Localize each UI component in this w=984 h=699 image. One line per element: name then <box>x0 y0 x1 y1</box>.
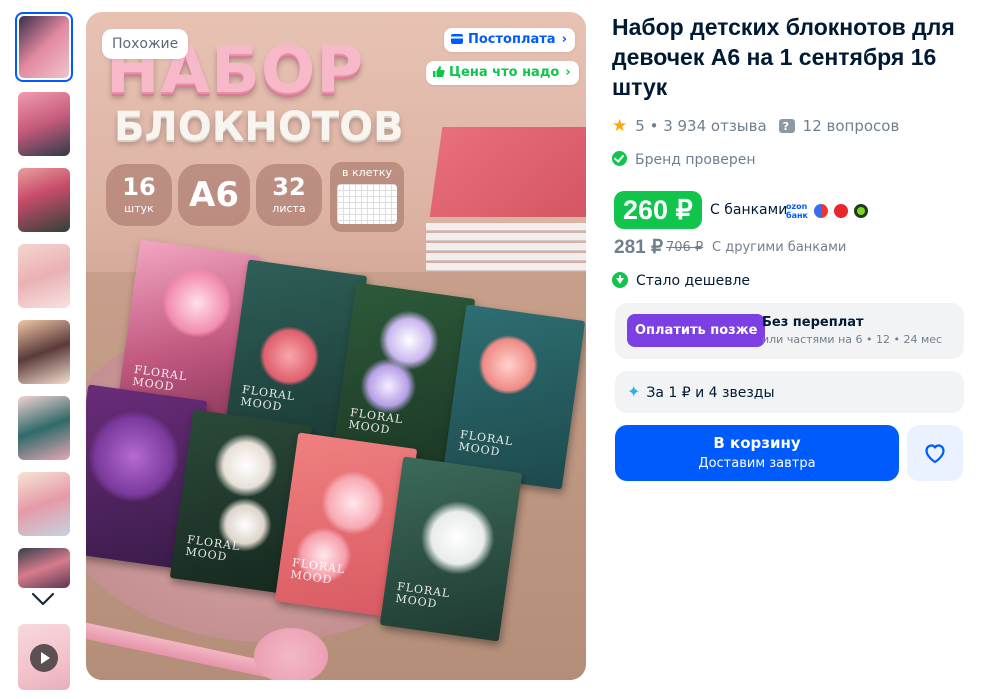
thumbnail-image <box>18 320 70 384</box>
thumbnail-image <box>19 16 69 78</box>
pompom-decoration <box>254 628 328 680</box>
similar-button[interactable]: Похожие <box>102 29 189 59</box>
price-with-bank: 260 ₽ <box>614 191 702 229</box>
question-icon <box>778 117 795 137</box>
favorite-button[interactable] <box>907 425 963 481</box>
chevron-down-icon <box>31 592 55 606</box>
stat-pages: 32 листа <box>256 164 322 226</box>
price-dropped-label: Стало дешевле <box>636 273 751 289</box>
notebook-magnolia: FLORAL MOOD <box>379 456 523 642</box>
stat-count-unit: штук <box>124 202 154 215</box>
add-to-cart-button[interactable]: В корзину Доставим завтра <box>615 425 899 481</box>
thumbnail-image <box>18 244 70 308</box>
arrow-down-icon <box>612 272 628 288</box>
bank-logo-icon <box>853 203 868 218</box>
thumbnail-3[interactable] <box>18 168 70 232</box>
thumbnail-1[interactable] <box>15 12 73 82</box>
notebook-label: FLORAL MOOD <box>347 405 405 437</box>
thumbnail-8[interactable] <box>18 548 70 588</box>
postpay-label: Постоплата <box>468 32 556 47</box>
rating-row[interactable]: ★ 5 • 3 934 отзыва 12 вопросов <box>612 116 900 137</box>
thumbnail-image <box>18 168 70 232</box>
star-icon: ★ <box>612 116 628 136</box>
product-title: Набор детских блокнотов для девочек А6 н… <box>612 14 955 100</box>
video-thumbnail[interactable] <box>18 624 70 690</box>
stars-bonus-card[interactable]: ✦ За 1 ₽ и 4 звезды <box>615 371 964 413</box>
pay-later-subtitle: или частями на 6 • 12 • 24 мес <box>762 333 943 346</box>
thumbnail-image <box>18 548 70 588</box>
stat-grid: в клетку <box>330 162 404 232</box>
good-price-label: Цена что надо <box>449 65 560 80</box>
notebook-label: FLORAL MOOD <box>239 382 297 414</box>
price-old: 706 ₽ <box>666 240 704 255</box>
thumbnail-4[interactable] <box>18 244 70 308</box>
questions-count[interactable]: 12 вопросов <box>803 117 900 135</box>
play-icon <box>30 644 58 672</box>
rating-separator: • <box>644 117 664 135</box>
pay-later-title: Без переплат <box>762 315 864 330</box>
image-title-line2: БЛОКНОТОВ <box>114 104 404 150</box>
notebook-hibiscus: FLORAL MOOD <box>442 304 586 490</box>
good-price-badge[interactable]: Цена что надо › <box>426 61 579 85</box>
thumbnail-2[interactable] <box>18 92 70 156</box>
price-dropped: Стало дешевле <box>612 271 750 291</box>
price-other-banks-note: С другими банками <box>712 240 847 255</box>
delivery-label: Доставим завтра <box>698 456 816 471</box>
thumbnail-image <box>18 472 70 536</box>
card-icon <box>451 34 463 44</box>
ozon-bank-logo-line1: ozon <box>786 201 808 211</box>
thumbnail-image <box>18 92 70 156</box>
reviews-count[interactable]: 3 934 отзыва <box>663 117 766 135</box>
stat-format-value: A6 <box>189 175 239 215</box>
pay-later-button[interactable]: Оплатить позже <box>627 314 766 347</box>
notebook-label: FLORAL MOOD <box>131 362 189 394</box>
notebook-label: FLORAL MOOD <box>184 532 242 564</box>
thumbnail-image <box>18 396 70 460</box>
grid-pattern <box>337 184 397 224</box>
thumbnails-scroll-down[interactable] <box>29 588 59 608</box>
stars-bonus-label: За 1 ₽ и 4 звезды <box>646 385 775 401</box>
brand-verified: Бренд проверен <box>612 150 756 170</box>
price-with-bank-note: С банками <box>710 202 788 218</box>
thumbs-up-icon <box>433 66 445 77</box>
bank-logo-icon <box>813 203 828 218</box>
ozon-bank-logo: ozon банк <box>786 202 808 220</box>
thumbnail-7[interactable] <box>18 472 70 536</box>
ozon-bank-logo-line2: банк <box>786 210 808 220</box>
pay-later-card[interactable]: Оплатить позже Без переплат или частями … <box>615 303 964 359</box>
stat-format: A6 <box>178 164 250 226</box>
sparkle-icon: ✦ <box>627 382 641 401</box>
stat-count: 16 штук <box>106 164 172 226</box>
thumbnail-6[interactable] <box>18 396 70 460</box>
add-to-cart-label: В корзину <box>713 434 801 452</box>
bank-logos: ozon банк <box>786 200 874 222</box>
notebook-label: FLORAL MOOD <box>289 555 347 587</box>
stat-pages-unit: листа <box>272 202 306 215</box>
brand-verified-label: Бренд проверен <box>635 152 756 168</box>
stat-count-value: 16 <box>122 173 156 201</box>
stat-grid-label: в клетку <box>342 166 392 179</box>
rating-value: 5 <box>635 117 645 135</box>
stat-pages-value: 32 <box>272 173 306 201</box>
bank-logo-icon <box>833 203 848 218</box>
notebook-label: FLORAL MOOD <box>457 427 515 459</box>
chevron-right-icon: › <box>561 32 567 47</box>
heart-icon <box>925 444 945 464</box>
check-circle-icon <box>612 151 627 166</box>
notebook-label: FLORAL MOOD <box>394 579 452 611</box>
thumbnail-5[interactable] <box>18 320 70 384</box>
price-other-banks: 281 ₽ <box>614 237 664 258</box>
notebook-stack <box>426 127 586 277</box>
main-product-image[interactable]: НАБОР БЛОКНОТОВ 16 штук A6 32 листа в кл… <box>86 12 586 680</box>
chevron-right-icon: › <box>565 65 571 80</box>
postpay-badge[interactable]: Постоплата › <box>444 28 575 52</box>
